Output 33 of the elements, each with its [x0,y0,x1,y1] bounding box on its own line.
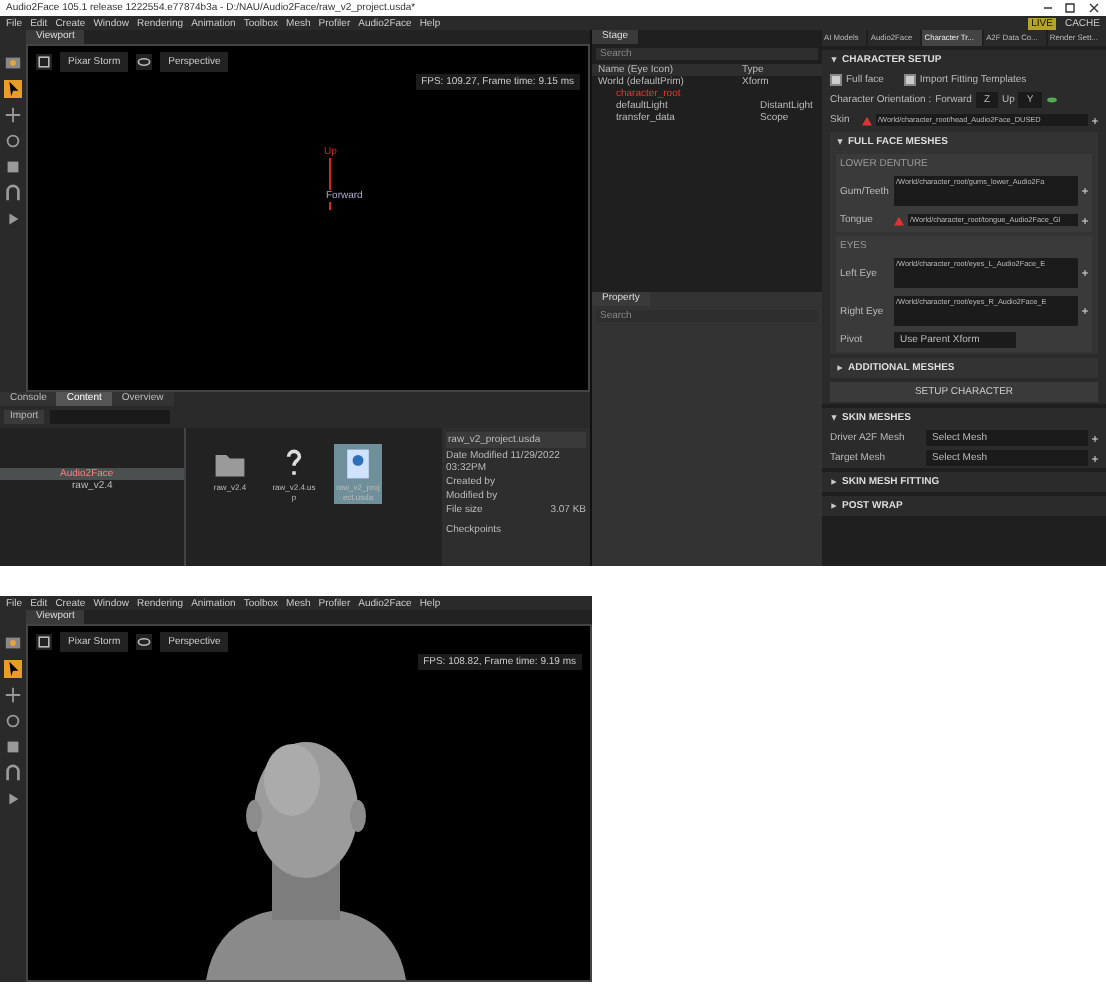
add-icon[interactable] [1082,188,1088,194]
scale-icon[interactable] [4,738,22,756]
camera-icon[interactable] [4,634,22,652]
camera-settings-icon[interactable] [36,54,52,70]
select-icon[interactable] [4,660,22,678]
caret-icon [830,478,838,486]
caret-icon [830,56,838,64]
window-controls-icon[interactable] [1040,2,1100,14]
camera-icon[interactable] [4,54,22,72]
add-icon[interactable] [1092,455,1098,461]
scale-icon[interactable] [4,158,22,176]
play-icon[interactable] [4,210,22,228]
add-icon[interactable] [1082,270,1088,276]
eye-icon[interactable] [136,634,153,650]
select-icon[interactable] [4,80,22,98]
eye-icon[interactable] [1045,96,1058,104]
caret-icon [836,364,844,372]
caret-icon [830,502,838,510]
camera-settings-icon[interactable] [36,634,52,650]
eye-icon[interactable] [136,54,153,70]
add-icon[interactable] [1092,435,1098,441]
caret-icon [836,138,844,146]
caret-icon [830,414,838,422]
magnet-icon[interactable] [4,184,22,202]
move-icon[interactable] [4,106,22,124]
rotate-icon[interactable] [4,712,22,730]
rotate-icon[interactable] [4,132,22,150]
play-icon[interactable] [4,790,22,808]
add-icon[interactable] [1092,117,1098,123]
add-icon[interactable] [1082,217,1088,223]
add-icon[interactable] [1082,308,1088,314]
magnet-icon[interactable] [4,764,22,782]
move-icon[interactable] [4,686,22,704]
